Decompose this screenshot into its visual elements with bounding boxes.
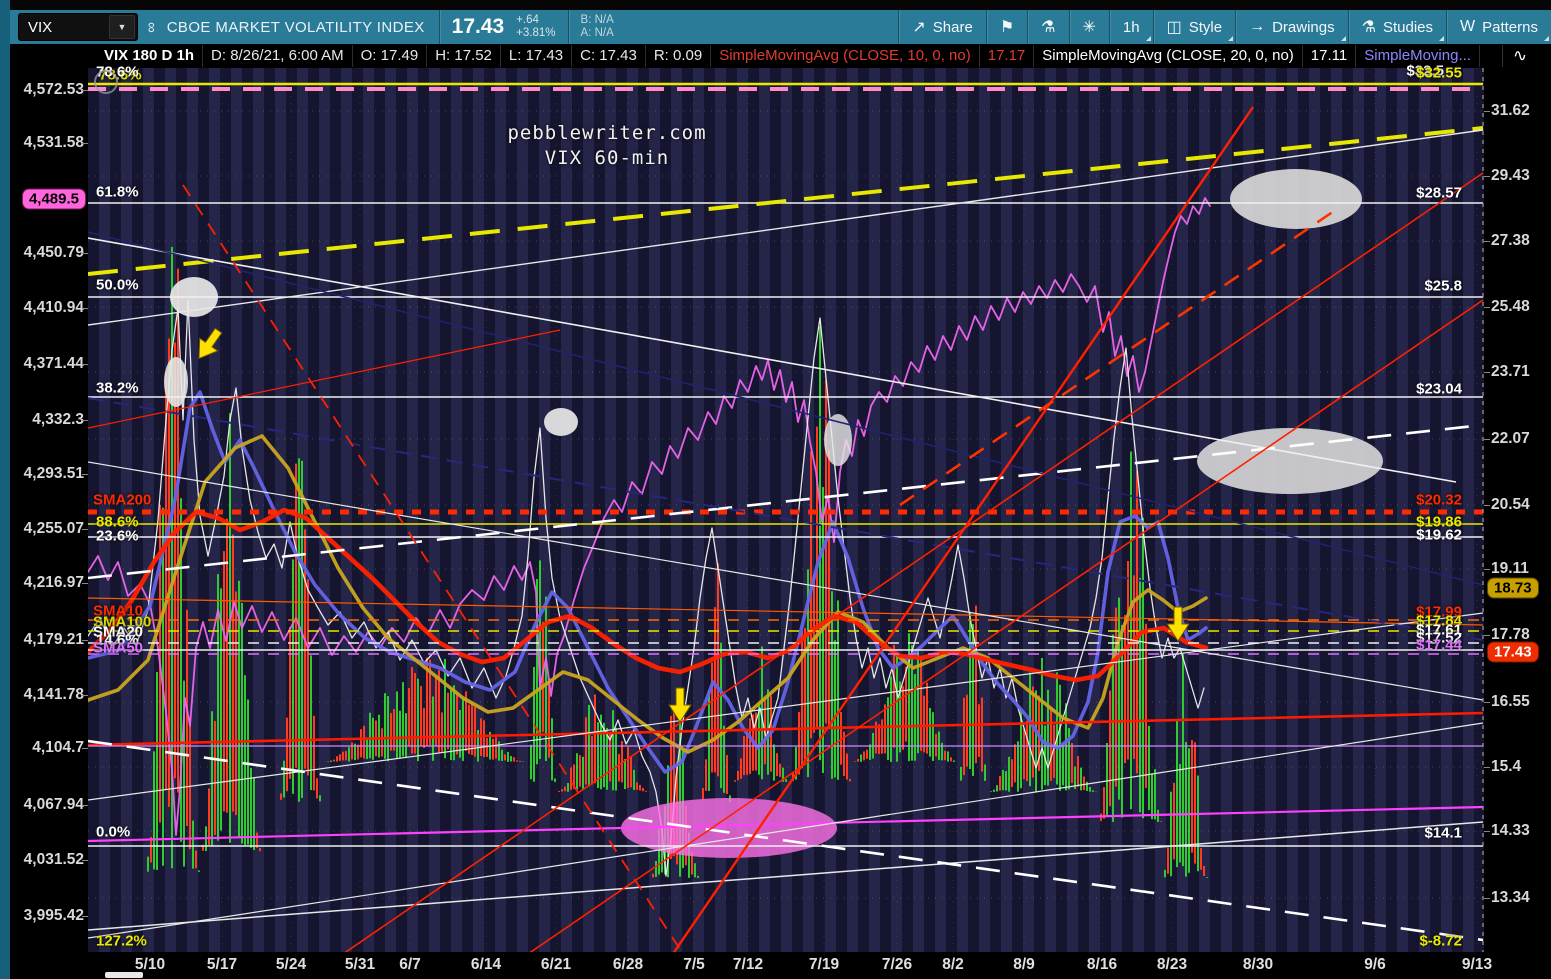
patterns-button-label: Patterns [1482, 18, 1538, 36]
symbol-value[interactable]: VIX [19, 19, 109, 36]
studies-button[interactable]: ⚗ Studies [1349, 10, 1446, 44]
link-icon[interactable]: ∞ [143, 22, 160, 33]
status-item-11[interactable]: SimpleMoving... [1356, 45, 1480, 67]
right-price-axis[interactable] [1484, 68, 1551, 952]
status-item-2: O: 17.49 [353, 45, 428, 67]
change-value: +.64 [516, 14, 539, 26]
flag-note-icon: ⚑ [999, 19, 1015, 36]
gear-icon: ✳ [1082, 19, 1096, 36]
price-badge-gold: 18.73 [1487, 577, 1539, 599]
status-item-8[interactable]: 17.17 [980, 45, 1035, 67]
chart-style-icon: ◫ [1166, 19, 1182, 36]
drawings-button[interactable]: → Drawings [1236, 10, 1348, 44]
bid-ask: B: N/A A: N/A [581, 14, 614, 40]
timeframe-button-label: 1h [1122, 18, 1140, 36]
settings-gear-button[interactable]: ✳ [1070, 10, 1109, 44]
chart-plot-area[interactable] [88, 68, 1484, 952]
beaker-icon: ⚗ [1041, 19, 1056, 36]
status-item-7[interactable]: SimpleMovingAvg (CLOSE, 10, 0, no) [711, 45, 980, 67]
status-item-9[interactable]: SimpleMovingAvg (CLOSE, 20, 0, no) [1034, 45, 1303, 67]
ask-value: A: N/A [580, 27, 614, 39]
analysis-beaker-button[interactable]: ⚗ [1028, 10, 1068, 44]
chart-mode-icon[interactable]: ∿ [1502, 45, 1537, 67]
price-badge-pink: 4,489.5 [21, 188, 86, 210]
symbol-dropdown-icon[interactable]: ▼ [109, 15, 135, 39]
time-axis[interactable] [10, 952, 1551, 979]
status-item-6: R: 0.09 [646, 45, 712, 67]
fib-anchor-circle-icon[interactable] [94, 70, 118, 94]
share-button[interactable]: ↗ Share [899, 10, 985, 44]
status-item-5: C: 17.43 [572, 45, 646, 67]
status-item-10[interactable]: 17.11 [1303, 45, 1357, 67]
patterns-button[interactable]: W Patterns [1447, 10, 1551, 44]
patterns-icon: W [1460, 18, 1476, 35]
status-item-3: H: 17.52 [427, 45, 501, 67]
drawings-button-label: Drawings [1272, 18, 1335, 36]
toolbar-divider [567, 10, 569, 44]
timeframe-button[interactable]: 1h [1110, 10, 1153, 44]
change-percent: +3.81% [516, 27, 556, 39]
toolbar-divider [438, 10, 440, 44]
status-item-0: VIX 180 D 1h [96, 45, 204, 67]
toolbar-buttons: ↗ Share ⚑ ⚗ ✳ 1h ◫ Style → Drawings ⚗ Studies W Patte… [898, 10, 1551, 44]
studies-button-label: Studies [1382, 18, 1434, 36]
price-badge-red: 17.43 [1487, 641, 1539, 663]
drawings-arrow-icon: → [1249, 18, 1266, 35]
chart-toolbar: VIX ▼ ∞ CBOE MARKET VOLATILITY INDEX 17.… [10, 10, 1551, 44]
symbol-description: CBOE MARKET VOLATILITY INDEX [166, 18, 425, 36]
studies-beaker-icon: ⚗ [1361, 19, 1376, 36]
window-top-strip [10, 0, 1551, 10]
style-button[interactable]: ◫ Style [1154, 10, 1235, 44]
bid-value: B: N/A [580, 14, 614, 26]
share-icon: ↗ [912, 19, 926, 36]
last-price: 17.43 [451, 15, 505, 38]
status-item-1: D: 8/26/21, 6:00 AM [203, 45, 353, 67]
symbol-input[interactable]: VIX ▼ [18, 13, 138, 41]
status-item-4: L: 17.43 [501, 45, 573, 67]
trading-platform-window: VIX ▼ ∞ CBOE MARKET VOLATILITY INDEX 17.… [0, 0, 1551, 979]
notes-button[interactable]: ⚑ [987, 10, 1027, 44]
price-change: +.64 +3.81% [516, 14, 555, 40]
share-button-label: Share [932, 18, 973, 36]
chart-status-bar: VIX 180 D 1h D: 8/26/21, 6:00 AM O: 17.49 H… [10, 44, 1551, 68]
time-scrollbar-thumb[interactable] [105, 972, 143, 978]
style-button-label: Style [1188, 18, 1223, 36]
